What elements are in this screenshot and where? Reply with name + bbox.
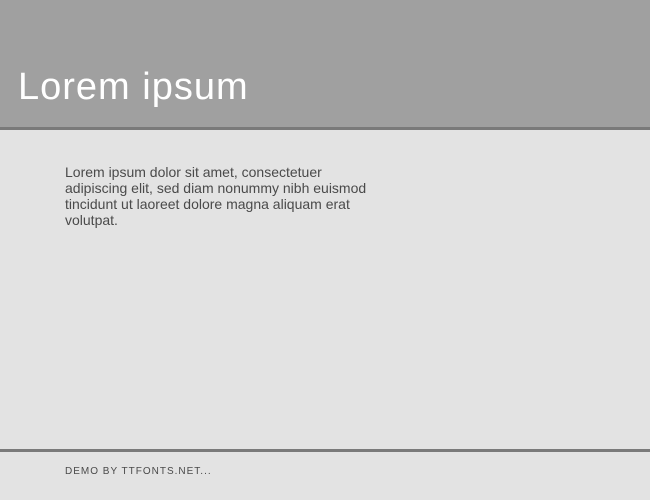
- footer: DEMO BY TTFONTS.NET...: [0, 452, 650, 500]
- page-title: Lorem ipsum: [18, 66, 249, 109]
- header: Lorem ipsum: [0, 0, 650, 130]
- main-content: Lorem ipsum dolor sit amet, consectetuer…: [0, 130, 650, 449]
- body-paragraph: Lorem ipsum dolor sit amet, consectetuer…: [65, 164, 385, 228]
- footer-credit: DEMO BY TTFONTS.NET...: [65, 466, 650, 477]
